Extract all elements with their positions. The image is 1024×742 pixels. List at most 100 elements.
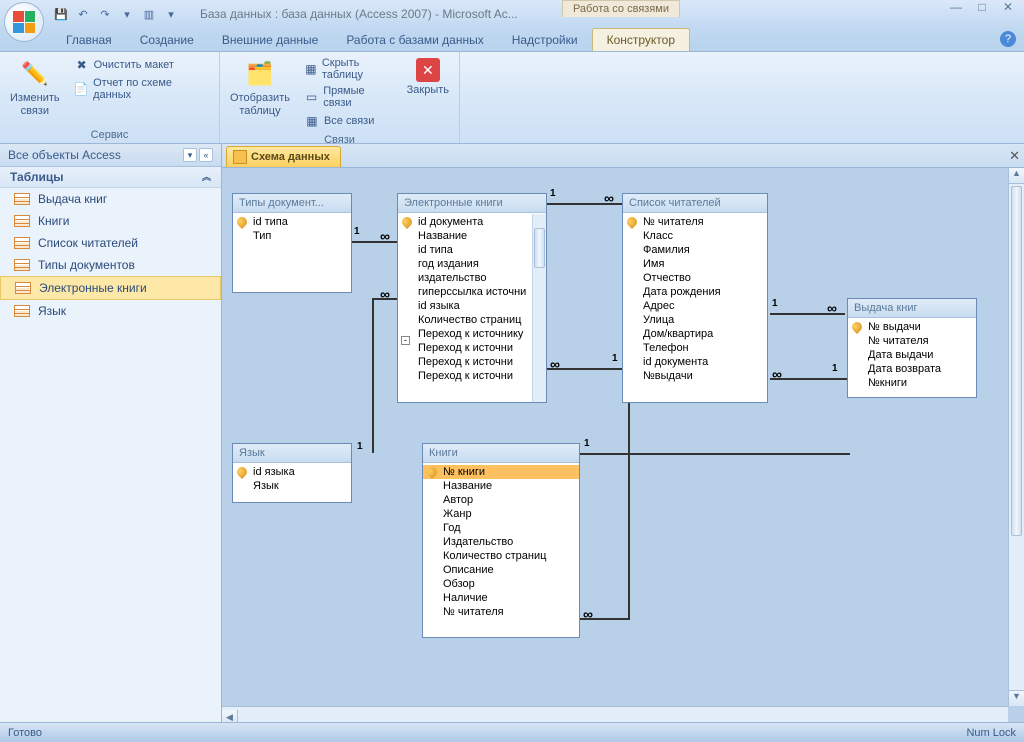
nav-item[interactable]: Список читателей <box>0 232 221 254</box>
table-field[interactable]: id типа <box>398 243 546 257</box>
table-field[interactable]: гиперссылка источни <box>398 285 546 299</box>
table-header[interactable]: Электронные книги <box>398 194 546 213</box>
table-field[interactable]: Дата возврата <box>848 362 976 376</box>
expand-icon[interactable]: - <box>401 336 410 345</box>
table-field[interactable]: Отчество <box>623 271 767 285</box>
minimize-button[interactable]: — <box>946 0 966 14</box>
maximize-button[interactable]: □ <box>972 0 992 14</box>
table-header[interactable]: Список читателей <box>623 194 767 213</box>
undo-icon[interactable]: ↶ <box>74 5 92 23</box>
qat-extra-icon[interactable]: ▥ <box>140 5 158 23</box>
tab-addins[interactable]: Надстройки <box>498 29 592 51</box>
table-field[interactable]: Имя <box>623 257 767 271</box>
nav-item[interactable]: Язык <box>0 300 221 322</box>
table-scrollbar[interactable] <box>532 214 546 402</box>
relationships-canvas[interactable]: 1 ∞ 1 ∞ 1 ∞ 1 ∞ 1 ∞ 1 ∞ <box>222 168 1024 722</box>
office-button[interactable] <box>4 2 44 42</box>
table-field[interactable]: Телефон <box>623 341 767 355</box>
table-field[interactable]: издательство <box>398 271 546 285</box>
all-links-button[interactable]: ▦ Все связи <box>302 112 395 130</box>
hide-table-button[interactable]: ▦ Скрыть таблицу <box>302 56 395 82</box>
table-field[interactable]: № читателя <box>423 605 579 619</box>
nav-item[interactable]: Типы документов <box>0 254 221 276</box>
table-field[interactable]: год издания <box>398 257 546 271</box>
table-field[interactable]: Переход к источни <box>398 355 546 369</box>
redo-icon[interactable]: ↷ <box>96 5 114 23</box>
table-field[interactable]: Наличие <box>423 591 579 605</box>
save-icon[interactable]: 💾 <box>52 5 70 23</box>
table-field[interactable]: Название <box>423 479 579 493</box>
table-field[interactable]: Обзор <box>423 577 579 591</box>
close-button-ribbon[interactable]: ✕ Закрыть <box>401 54 455 101</box>
table-field[interactable]: № читателя <box>623 215 767 229</box>
table-field[interactable]: Тип <box>233 229 351 243</box>
horizontal-scrollbar[interactable]: ◀ <box>222 706 1008 722</box>
edit-relationships-button[interactable]: ✏️ Изменить связи <box>4 54 66 122</box>
nav-item[interactable]: Книги <box>0 210 221 232</box>
table-field[interactable]: Год <box>423 521 579 535</box>
table-field[interactable]: № книги <box>423 465 579 479</box>
table-field[interactable]: id типа <box>233 215 351 229</box>
scroll-left-icon[interactable]: ◀ <box>222 710 238 722</box>
table-field[interactable]: Переход к источни <box>398 369 546 383</box>
table-field[interactable]: id языка <box>398 299 546 313</box>
close-button[interactable]: ✕ <box>998 0 1018 14</box>
table-lang[interactable]: Языкid языкаЯзык <box>232 443 352 503</box>
table-books[interactable]: Книги № книгиНазваниеАвторЖанрГодИздатель… <box>422 443 580 638</box>
tab-create[interactable]: Создание <box>126 29 208 51</box>
show-table-button[interactable]: 🗂️ Отобразить таблицу <box>224 54 296 122</box>
nav-collapse-icon[interactable]: « <box>199 148 213 162</box>
relationship-report-button[interactable]: 📄 Отчет по схеме данных <box>72 76 211 102</box>
table-field[interactable]: Дата рождения <box>623 285 767 299</box>
scroll-up-icon[interactable]: ▲ <box>1009 168 1024 184</box>
table-field[interactable]: Переход к источни <box>398 341 546 355</box>
table-loans[interactable]: Выдача книг № выдачи№ читателяДата выдачи… <box>847 298 977 398</box>
table-field[interactable]: Фамилия <box>623 243 767 257</box>
scroll-thumb[interactable] <box>1011 186 1022 536</box>
table-field[interactable]: id документа <box>398 215 546 229</box>
table-field[interactable]: Класс <box>623 229 767 243</box>
tab-design[interactable]: Конструктор <box>592 28 690 51</box>
nav-header[interactable]: Все объекты Access ▾« <box>0 144 221 167</box>
help-icon[interactable]: ? <box>1000 31 1016 47</box>
table-field[interactable]: Дата выдачи <box>848 348 976 362</box>
nav-dropdown-icon[interactable]: ▾ <box>183 148 197 162</box>
direct-links-button[interactable]: ▭ Прямые связи <box>302 84 395 110</box>
table-field[interactable]: Переход к источнику <box>398 327 546 341</box>
table-header[interactable]: Книги <box>423 444 579 463</box>
table-readers[interactable]: Список читателей № читателяКлассФамилияИм… <box>622 193 768 403</box>
table-field[interactable]: Дом/квартира <box>623 327 767 341</box>
table-field[interactable]: Улица <box>623 313 767 327</box>
table-field[interactable]: Описание <box>423 563 579 577</box>
vertical-scrollbar[interactable]: ▲ ▼ <box>1008 168 1024 706</box>
table-field[interactable]: Название <box>398 229 546 243</box>
table-field[interactable]: Адрес <box>623 299 767 313</box>
table-field[interactable]: Язык <box>233 479 351 493</box>
doc-close-icon[interactable]: ✕ <box>1009 148 1020 164</box>
table-field[interactable]: № читателя <box>848 334 976 348</box>
table-field[interactable]: Автор <box>423 493 579 507</box>
table-scroll-thumb[interactable] <box>534 228 545 268</box>
tab-dbtools[interactable]: Работа с базами данных <box>332 29 497 51</box>
table-field[interactable]: Количество страниц <box>423 549 579 563</box>
table-header[interactable]: Выдача книг <box>848 299 976 318</box>
table-field[interactable]: Количество страниц <box>398 313 546 327</box>
table-field[interactable]: Жанр <box>423 507 579 521</box>
table-field[interactable]: id языка <box>233 465 351 479</box>
qat-dropdown-icon[interactable]: ▾ <box>162 5 180 23</box>
clear-layout-button[interactable]: ✖ Очистить макет <box>72 56 211 74</box>
table-field[interactable]: №книги <box>848 376 976 390</box>
table-ebooks[interactable]: Электронные книгиid документаНазваниеid … <box>397 193 547 403</box>
nav-item[interactable]: Электронные книги <box>0 276 221 300</box>
tab-external[interactable]: Внешние данные <box>208 29 333 51</box>
table-header[interactable]: Типы документ... <box>233 194 351 213</box>
table-field[interactable]: id документа <box>623 355 767 369</box>
doc-tab-relationships[interactable]: Схема данных <box>226 146 341 167</box>
nav-section-tables[interactable]: Таблицы ︽ <box>0 167 221 188</box>
table-doc-types[interactable]: Типы документ... id типаТип <box>232 193 352 293</box>
table-header[interactable]: Язык <box>233 444 351 463</box>
table-field[interactable]: №выдачи <box>623 369 767 383</box>
table-field[interactable]: Издательство <box>423 535 579 549</box>
nav-item[interactable]: Выдача книг <box>0 188 221 210</box>
table-field[interactable]: № выдачи <box>848 320 976 334</box>
